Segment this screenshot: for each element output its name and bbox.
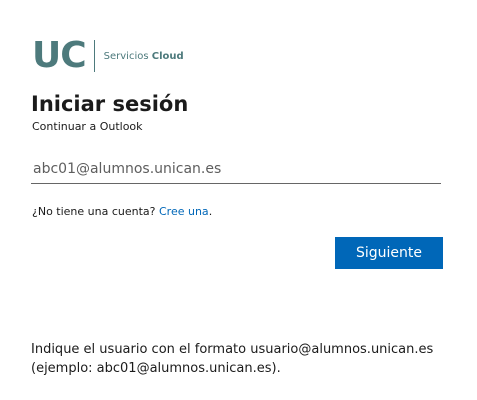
- logo-service-name: Cloud: [151, 50, 184, 62]
- logo-mark: UC: [32, 35, 87, 76]
- help-text: Indique el usuario con el formato usuari…: [31, 340, 461, 378]
- logo-divider: [93, 40, 95, 72]
- email-field[interactable]: [31, 155, 441, 184]
- next-button[interactable]: Siguiente: [335, 237, 443, 269]
- no-account-row: ¿No tiene una cuenta? Cree una.: [32, 205, 212, 219]
- help-text-line2: (ejemplo: abc01@alumnos.unican.es).: [31, 361, 281, 376]
- help-text-line1: Indique el usuario con el formato usuari…: [31, 342, 434, 357]
- uc-logo: UC Servicios Cloud: [32, 38, 184, 74]
- no-account-text: ¿No tiene una cuenta?: [32, 205, 156, 218]
- create-account-link[interactable]: Cree una: [159, 205, 209, 218]
- page-subtitle: Continuar a Outlook: [32, 120, 143, 133]
- logo-service-prefix: Servicios: [103, 50, 149, 62]
- create-account-suffix: .: [208, 205, 213, 218]
- logo-service-label: Servicios Cloud: [104, 51, 184, 62]
- page-title: Iniciar sesión: [31, 92, 189, 116]
